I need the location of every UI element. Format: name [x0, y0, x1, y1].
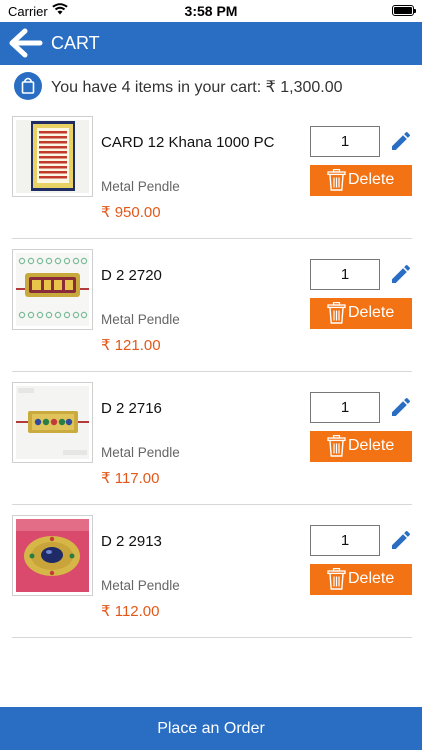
product-name[interactable]: D 2 2716 — [101, 400, 162, 417]
product-price: ₹ 121.00 — [101, 337, 161, 354]
product-price: ₹ 117.00 — [101, 470, 160, 487]
product-price: ₹ 950.00 — [101, 204, 161, 221]
product-category: Metal Pendle — [101, 578, 180, 593]
edit-pencil-icon[interactable] — [389, 395, 413, 419]
cart-summary-text: You have 4 items in your cart: ₹ 1,300.0… — [51, 79, 343, 96]
product-image[interactable] — [12, 249, 93, 330]
cart-item: D 2 2720 Metal Pendle ₹ 121.00 1 Delete — [12, 239, 412, 372]
quantity-field[interactable]: 1 — [310, 259, 380, 290]
delete-label: Delete — [348, 304, 395, 321]
product-price: ₹ 112.00 — [101, 603, 160, 620]
battery-icon — [392, 5, 416, 16]
delete-label: Delete — [348, 437, 395, 454]
quantity-field[interactable]: 1 — [310, 525, 380, 556]
product-image[interactable] — [12, 382, 93, 463]
product-category: Metal Pendle — [101, 312, 180, 327]
delete-button[interactable]: Delete — [310, 564, 412, 595]
page-title: CART — [51, 33, 100, 53]
place-order-button[interactable]: Place an Order — [0, 707, 422, 750]
quantity-field[interactable]: 1 — [310, 392, 380, 423]
product-image[interactable] — [12, 515, 93, 596]
status-bar: Carrier 3:58 PM — [0, 0, 422, 22]
clock: 3:58 PM — [184, 3, 238, 19]
product-category: Metal Pendle — [101, 445, 180, 460]
cart-item: D 2 2716 Metal Pendle ₹ 117.00 1 Delete — [12, 372, 412, 505]
cart-summary: You have 4 items in your cart: ₹ 1,300.0… — [0, 65, 422, 107]
shopping-bag-icon — [14, 72, 42, 100]
product-category: Metal Pendle — [101, 179, 180, 194]
quantity-field[interactable]: 1 — [310, 126, 380, 157]
cart-list: CARD 12 Khana 1000 PC Metal Pendle ₹ 950… — [12, 106, 412, 638]
edit-pencil-icon[interactable] — [389, 129, 413, 153]
delete-button[interactable]: Delete — [310, 165, 412, 196]
product-name[interactable]: D 2 2720 — [101, 267, 162, 284]
edit-pencil-icon[interactable] — [389, 262, 413, 286]
back-arrow-icon[interactable] — [8, 27, 44, 59]
delete-label: Delete — [348, 171, 395, 188]
product-image[interactable] — [12, 116, 93, 197]
delete-label: Delete — [348, 570, 395, 587]
product-name[interactable]: CARD 12 Khana 1000 PC — [101, 134, 274, 151]
app-bar: CART — [0, 22, 422, 65]
delete-button[interactable]: Delete — [310, 431, 412, 462]
delete-button[interactable]: Delete — [310, 298, 412, 329]
product-name[interactable]: D 2 2913 — [101, 533, 162, 550]
edit-pencil-icon[interactable] — [389, 528, 413, 552]
cart-item: D 2 2913 Metal Pendle ₹ 112.00 1 Delete — [12, 505, 412, 638]
cart-item: CARD 12 Khana 1000 PC Metal Pendle ₹ 950… — [12, 106, 412, 239]
